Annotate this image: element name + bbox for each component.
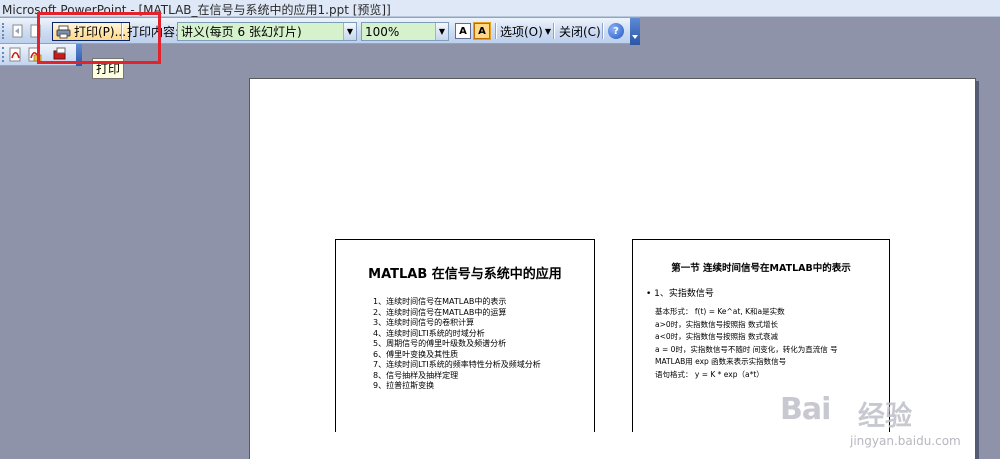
chevron-down-icon: ▼ <box>544 27 551 36</box>
watermark-logo: Bai <box>780 392 831 427</box>
toolbar-grip[interactable] <box>2 47 5 62</box>
slide-bullet: • 1、实指数信号 <box>646 289 714 299</box>
list-item: 7、连续时间LTI系统的频率特性分析及频域分析 <box>373 360 541 369</box>
close-button[interactable]: 关闭(C) <box>559 22 601 41</box>
list-item: MATLAB用 exp 函数来表示实指数信号 <box>655 357 787 366</box>
list-item: 4、连续时间LTI系统的时域分析 <box>373 328 485 338</box>
toolbar-grip[interactable] <box>2 23 5 39</box>
slide-thumbnail-1: MATLAB 在信号与系统中的应用 1、连续时间信号在MATLAB中的表示 2、… <box>335 239 595 432</box>
list-item: a = 0时，实指数信号不随时 间变化，转化为直流信 号 <box>655 344 838 354</box>
slide-item-list: 1、连续时间信号在MATLAB中的表示 2、连续时间信号在MATLAB中的运算 … <box>373 297 541 392</box>
pdf-icon[interactable] <box>8 47 23 62</box>
options-label: 选项(O) <box>500 25 543 39</box>
list-item: 6、傅里叶变换及其性质 <box>373 349 459 359</box>
list-item: 5、周期信号的傅里叶级数及频谱分析 <box>373 339 507 348</box>
landscape-icon[interactable]: A <box>455 23 471 39</box>
close-label: 关闭(C) <box>559 25 601 39</box>
print-what-value: 讲义(每页 6 张幻灯片) <box>181 25 302 39</box>
list-item: a<0时，实指数信号按照指 数式衰减 <box>655 332 779 341</box>
page-prev-icon[interactable] <box>10 23 26 39</box>
print-what-select[interactable]: 讲义(每页 6 张幻灯片) ▼ <box>177 22 357 41</box>
dropdown-arrow-icon[interactable]: ▼ <box>435 23 448 40</box>
zoom-value: 100% <box>365 24 400 39</box>
slide-body: 基本形式： f(t) = Ke^at, K和a是实数 a>0时，实指数信号按照指… <box>655 306 838 381</box>
separator <box>553 23 555 39</box>
highlight-box <box>37 12 161 64</box>
slide-title: MATLAB 在信号与系统中的应用 <box>368 267 562 282</box>
list-item: 基本形式： f(t) = Ke^at, K和a是实数 <box>655 307 785 316</box>
list-item: 8、信号抽样及抽样定理 <box>373 370 459 380</box>
list-item: 3、连续时间信号的卷积计算 <box>373 318 475 327</box>
watermark-url: jingyan.baidu.com <box>850 434 961 448</box>
list-item: 1、连续时间信号在MATLAB中的表示 <box>373 297 507 306</box>
portrait-icon[interactable]: A <box>473 22 491 40</box>
slide-title: 第一节 连续时间信号在MATLAB中的表示 <box>671 263 851 274</box>
list-item: 语句格式： y = K * exp（a*t） <box>655 369 764 379</box>
separator <box>602 23 604 39</box>
toolbar-options-chevron[interactable] <box>630 18 640 45</box>
help-icon[interactable]: ? <box>608 23 624 39</box>
list-item: 9、拉普拉斯变换 <box>373 381 435 390</box>
watermark-text: 经验 <box>858 401 912 432</box>
baidu-watermark: Bai 经验 jingyan.baidu.com <box>780 392 990 454</box>
list-item: a>0时，实指数信号按照指 数式增长 <box>655 319 779 329</box>
options-button[interactable]: 选项(O) ▼ <box>500 22 551 41</box>
list-item: 2、连续时间信号在MATLAB中的运算 <box>373 307 507 317</box>
dropdown-arrow-icon[interactable]: ▼ <box>343 23 356 40</box>
separator <box>495 23 497 39</box>
zoom-select[interactable]: 100% ▼ <box>361 22 449 41</box>
